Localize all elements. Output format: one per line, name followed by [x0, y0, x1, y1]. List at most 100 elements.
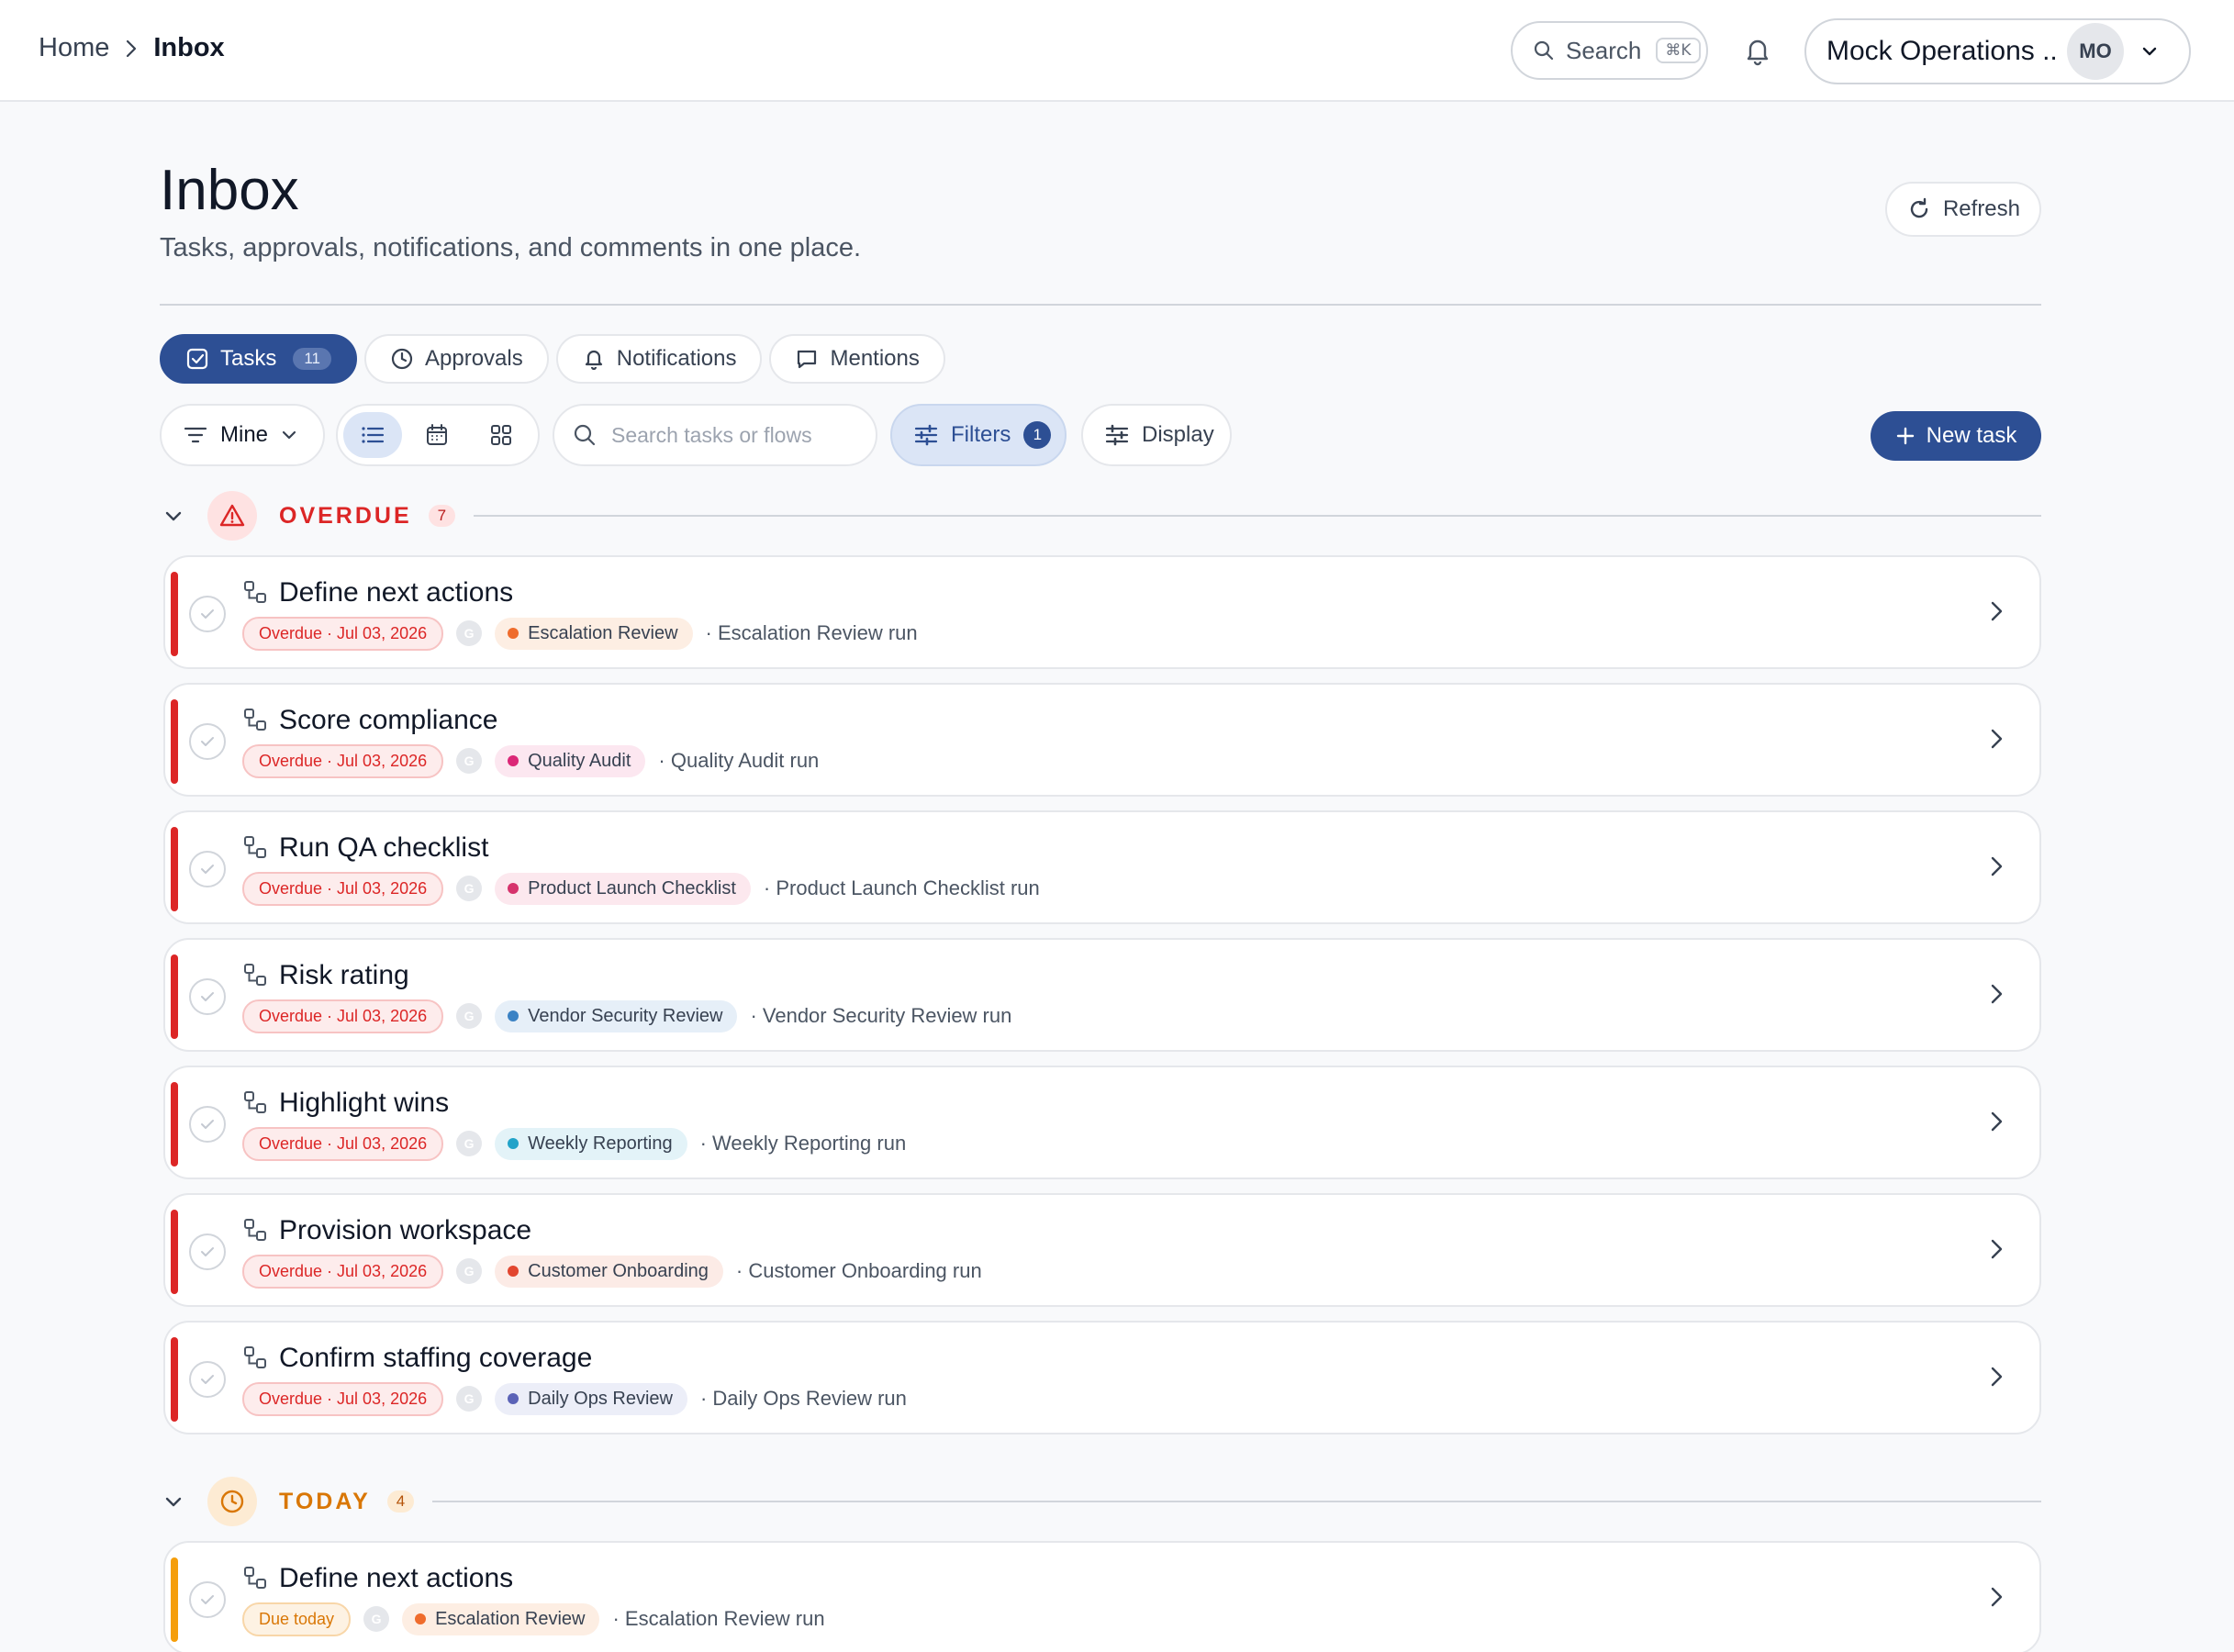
breadcrumb-current: Inbox — [153, 33, 225, 62]
flow-tag[interactable]: Quality Audit — [495, 744, 646, 777]
task-title[interactable]: Highlight wins — [279, 1088, 449, 1119]
tab-notifications-label: Notifications — [616, 346, 737, 371]
group-header-today[interactable]: TODAY 4 — [160, 1476, 2041, 1527]
complete-task-checkbox[interactable] — [189, 723, 226, 760]
assignee-avatar: G — [456, 1003, 483, 1029]
chevron-right-icon[interactable] — [1986, 1108, 2006, 1135]
flow-tag[interactable]: Vendor Security Review — [495, 999, 738, 1032]
filters-label: Filters — [951, 422, 1011, 447]
flow-tag[interactable]: Customer Onboarding — [495, 1255, 723, 1288]
task-title[interactable]: Score compliance — [279, 705, 497, 736]
task-title[interactable]: Run QA checklist — [279, 832, 488, 864]
due-badge: Overdue · Jul 03, 2026 — [242, 1381, 444, 1416]
priority-bar — [171, 1557, 178, 1642]
due-badge: Overdue · Jul 03, 2026 — [242, 1126, 444, 1161]
task-row[interactable]: Define next actions Overdue · Jul 03, 202… — [163, 555, 2041, 669]
display-button[interactable]: Display — [1081, 404, 1232, 466]
flow-icon — [244, 1346, 266, 1368]
grid-view-button[interactable] — [472, 412, 531, 458]
chevron-down-icon[interactable] — [160, 1491, 187, 1512]
scope-dropdown[interactable]: Mine — [160, 404, 325, 466]
chevron-right-icon[interactable] — [1986, 1363, 2006, 1390]
due-badge: Overdue · Jul 03, 2026 — [242, 743, 444, 778]
flow-tag-label: Daily Ops Review — [528, 1388, 673, 1409]
priority-bar — [171, 572, 178, 656]
priority-bar — [171, 1210, 178, 1294]
complete-task-checkbox[interactable] — [189, 1106, 226, 1143]
chevron-down-icon — [282, 430, 296, 440]
flow-tag[interactable]: Product Launch Checklist — [495, 872, 751, 905]
task-row[interactable]: Provision workspace Overdue · Jul 03, 202… — [163, 1193, 2041, 1307]
chevron-right-icon[interactable] — [1986, 725, 2006, 753]
flow-tag[interactable]: Daily Ops Review — [495, 1382, 687, 1415]
breadcrumb-home-link[interactable]: Home — [39, 33, 109, 63]
complete-task-checkbox[interactable] — [189, 1361, 226, 1398]
comment-icon — [798, 350, 817, 369]
tab-approvals-label: Approvals — [425, 346, 523, 371]
global-search-button[interactable]: Search ⌘K — [1511, 21, 1708, 80]
task-title[interactable]: Provision workspace — [279, 1215, 531, 1246]
task-row[interactable]: Confirm staffing coverage Overdue · Jul 0… — [163, 1321, 2041, 1434]
complete-task-checkbox[interactable] — [189, 596, 226, 632]
flow-tag[interactable]: Escalation Review — [495, 617, 693, 650]
account-switcher[interactable]: Mock Operations ... MO — [1804, 18, 2191, 84]
chevron-down-icon[interactable] — [160, 506, 187, 526]
clock-icon — [391, 348, 413, 370]
flow-tag[interactable]: Escalation Review — [402, 1602, 600, 1635]
due-badge: Overdue · Jul 03, 2026 — [242, 871, 444, 906]
task-title[interactable]: Risk rating — [279, 960, 409, 991]
task-meta: Overdue · Jul 03, 2026 G Customer Onboardi… — [242, 1254, 982, 1289]
complete-task-checkbox[interactable] — [189, 978, 226, 1015]
task-toolbar: Mine Filters 1 Display New task — [160, 404, 2041, 466]
task-meta: Overdue · Jul 03, 2026 G Vendor Security R… — [242, 999, 1011, 1033]
chevron-right-icon[interactable] — [1986, 1235, 2006, 1263]
task-search — [553, 404, 877, 466]
list-view-button[interactable] — [343, 412, 402, 458]
task-row[interactable]: Run QA checklist Overdue · Jul 03, 2026 G P… — [163, 810, 2041, 924]
task-title[interactable]: Confirm staffing coverage — [279, 1343, 592, 1374]
check-icon — [201, 1247, 214, 1256]
tab-mentions[interactable]: Mentions — [769, 334, 945, 384]
task-meta: Overdue · Jul 03, 2026 G Daily Ops Review ·… — [242, 1381, 907, 1416]
task-row[interactable]: Score compliance Overdue · Jul 03, 2026 G Q… — [163, 683, 2041, 797]
refresh-button[interactable]: Refresh — [1885, 182, 2041, 237]
task-search-input[interactable] — [611, 422, 868, 448]
due-badge: Due today — [242, 1602, 352, 1636]
list-view-icon — [362, 427, 385, 443]
complete-task-checkbox[interactable] — [189, 851, 226, 887]
run-label: · Vendor Security Review run — [750, 1004, 1012, 1027]
avatar: MO — [2067, 23, 2124, 80]
task-row[interactable]: Risk rating Overdue · Jul 03, 2026 G Vendor… — [163, 938, 2041, 1052]
priority-bar — [171, 954, 178, 1039]
task-row[interactable]: Highlight wins Overdue · Jul 03, 2026 G Wee… — [163, 1066, 2041, 1179]
complete-task-checkbox[interactable] — [189, 1233, 226, 1270]
task-title[interactable]: Define next actions — [279, 577, 513, 608]
assignee-avatar: G — [363, 1606, 390, 1632]
chevron-right-icon[interactable] — [1986, 1583, 2006, 1611]
task-row[interactable]: Define next actions Due today G Escalation … — [163, 1541, 2041, 1652]
chevron-right-icon[interactable] — [1986, 597, 2006, 625]
assignee-avatar: G — [456, 748, 483, 774]
due-badge: Overdue · Jul 03, 2026 — [242, 1254, 444, 1289]
new-task-button[interactable]: New task — [1871, 411, 2041, 461]
flow-tag[interactable]: Weekly Reporting — [495, 1127, 687, 1160]
breadcrumb: Home Inbox — [39, 33, 225, 63]
flow-color-dot — [508, 1266, 519, 1277]
account-name: Mock Operations ... — [1826, 36, 2056, 66]
run-label: · Escalation Review run — [705, 621, 918, 644]
notifications-button[interactable] — [1739, 32, 1776, 69]
task-meta: Overdue · Jul 03, 2026 G Escalation Review… — [242, 616, 918, 651]
calendar-view-button[interactable] — [408, 412, 466, 458]
tab-tasks-label: Tasks — [220, 346, 277, 371]
filters-button[interactable]: Filters 1 — [890, 404, 1067, 466]
tab-tasks[interactable]: Tasks 11 — [160, 334, 358, 384]
display-label: Display — [1142, 422, 1214, 447]
chevron-right-icon[interactable] — [1986, 853, 2006, 880]
chevron-right-icon[interactable] — [1986, 980, 2006, 1008]
priority-bar — [171, 1337, 178, 1422]
tab-approvals[interactable]: Approvals — [364, 334, 549, 384]
task-title[interactable]: Define next actions — [279, 1563, 513, 1594]
tab-notifications[interactable]: Notifications — [555, 334, 763, 384]
complete-task-checkbox[interactable] — [189, 1581, 226, 1618]
group-header-overdue[interactable]: OVERDUE 7 — [160, 490, 2041, 541]
